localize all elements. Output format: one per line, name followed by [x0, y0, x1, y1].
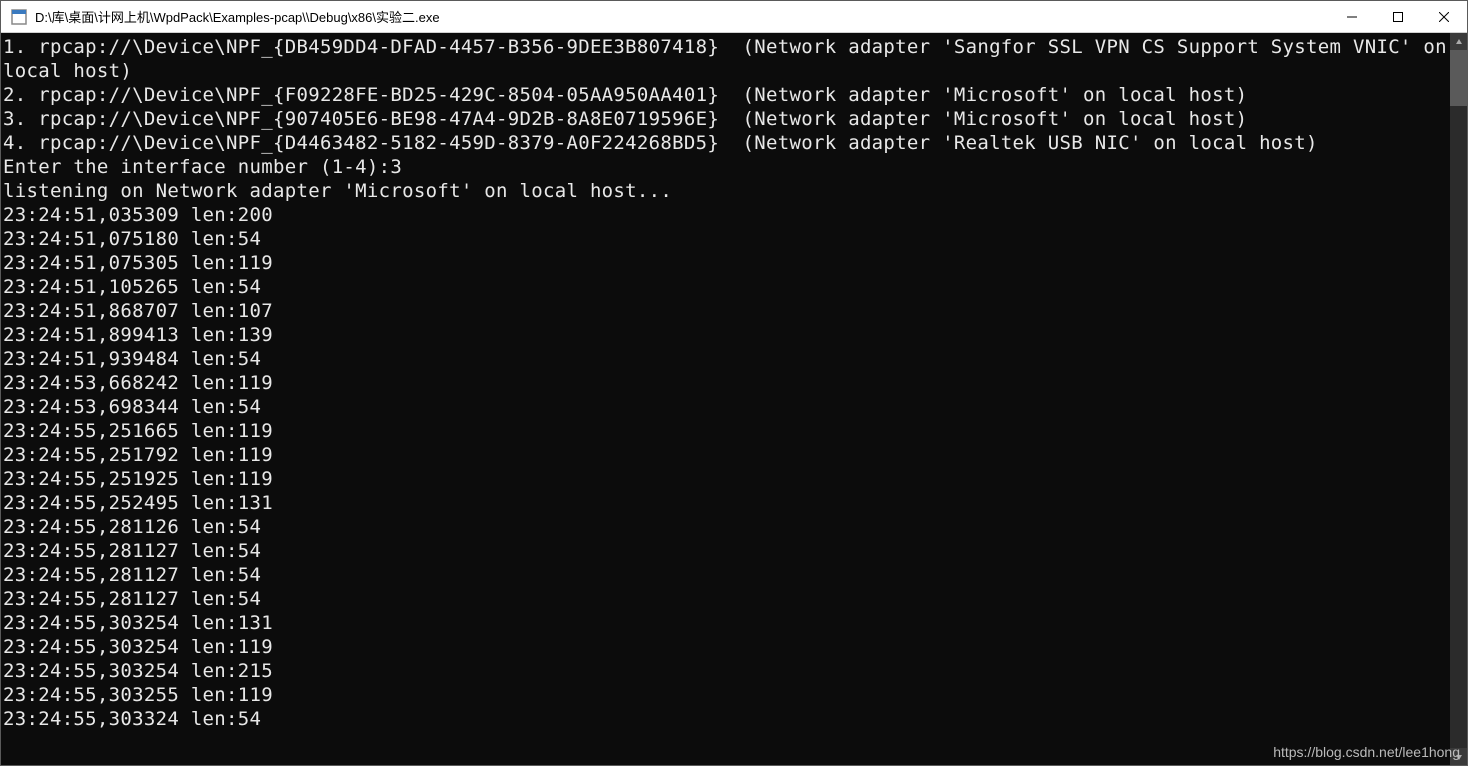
console-line: 23:24:55,281127 len:54: [3, 563, 1450, 587]
scroll-track[interactable]: [1450, 50, 1467, 748]
console-line: 23:24:53,698344 len:54: [3, 395, 1450, 419]
console-line: 23:24:55,303254 len:119: [3, 635, 1450, 659]
console-line: 23:24:51,035309 len:200: [3, 203, 1450, 227]
console-line: 23:24:51,075305 len:119: [3, 251, 1450, 275]
scroll-up-button[interactable]: [1450, 33, 1467, 50]
console-line: 23:24:51,899413 len:139: [3, 323, 1450, 347]
vertical-scrollbar[interactable]: [1450, 33, 1467, 765]
maximize-button[interactable]: [1375, 1, 1421, 32]
console-line: Enter the interface number (1-4):3: [3, 155, 1450, 179]
console-line: 3. rpcap://\Device\NPF_{907405E6-BE98-47…: [3, 107, 1450, 131]
scroll-down-button[interactable]: [1450, 748, 1467, 765]
console-line: 23:24:55,303255 len:119: [3, 683, 1450, 707]
console-line: 23:24:55,251925 len:119: [3, 467, 1450, 491]
console-window: D:\库\桌面\计网上机\WpdPack\Examples-pcap\\Debu…: [0, 0, 1468, 766]
console-line: 4. rpcap://\Device\NPF_{D4463482-5182-45…: [3, 131, 1450, 155]
console-line: 23:24:55,303254 len:131: [3, 611, 1450, 635]
scroll-thumb[interactable]: [1450, 50, 1467, 106]
console-line: 23:24:55,281127 len:54: [3, 539, 1450, 563]
console-line: 23:24:51,105265 len:54: [3, 275, 1450, 299]
app-icon: [11, 9, 27, 25]
console-line: 23:24:55,252495 len:131: [3, 491, 1450, 515]
console-line: 1. rpcap://\Device\NPF_{DB459DD4-DFAD-44…: [3, 35, 1450, 83]
console-line: 23:24:55,251792 len:119: [3, 443, 1450, 467]
console-line: listening on Network adapter 'Microsoft'…: [3, 179, 1450, 203]
console-line: 2. rpcap://\Device\NPF_{F09228FE-BD25-42…: [3, 83, 1450, 107]
close-button[interactable]: [1421, 1, 1467, 32]
console-line: 23:24:55,281126 len:54: [3, 515, 1450, 539]
console-line: 23:24:55,251665 len:119: [3, 419, 1450, 443]
minimize-button[interactable]: [1329, 1, 1375, 32]
console-line: 23:24:51,868707 len:107: [3, 299, 1450, 323]
client-area: 1. rpcap://\Device\NPF_{DB459DD4-DFAD-44…: [1, 33, 1467, 765]
window-title: D:\库\桌面\计网上机\WpdPack\Examples-pcap\\Debu…: [35, 7, 1329, 26]
console-output[interactable]: 1. rpcap://\Device\NPF_{DB459DD4-DFAD-44…: [1, 33, 1450, 765]
console-line: 23:24:55,303254 len:215: [3, 659, 1450, 683]
console-line: 23:24:51,939484 len:54: [3, 347, 1450, 371]
console-line: 23:24:53,668242 len:119: [3, 371, 1450, 395]
titlebar[interactable]: D:\库\桌面\计网上机\WpdPack\Examples-pcap\\Debu…: [1, 1, 1467, 33]
console-line: 23:24:55,281127 len:54: [3, 587, 1450, 611]
console-line: 23:24:51,075180 len:54: [3, 227, 1450, 251]
console-line: 23:24:55,303324 len:54: [3, 707, 1450, 731]
